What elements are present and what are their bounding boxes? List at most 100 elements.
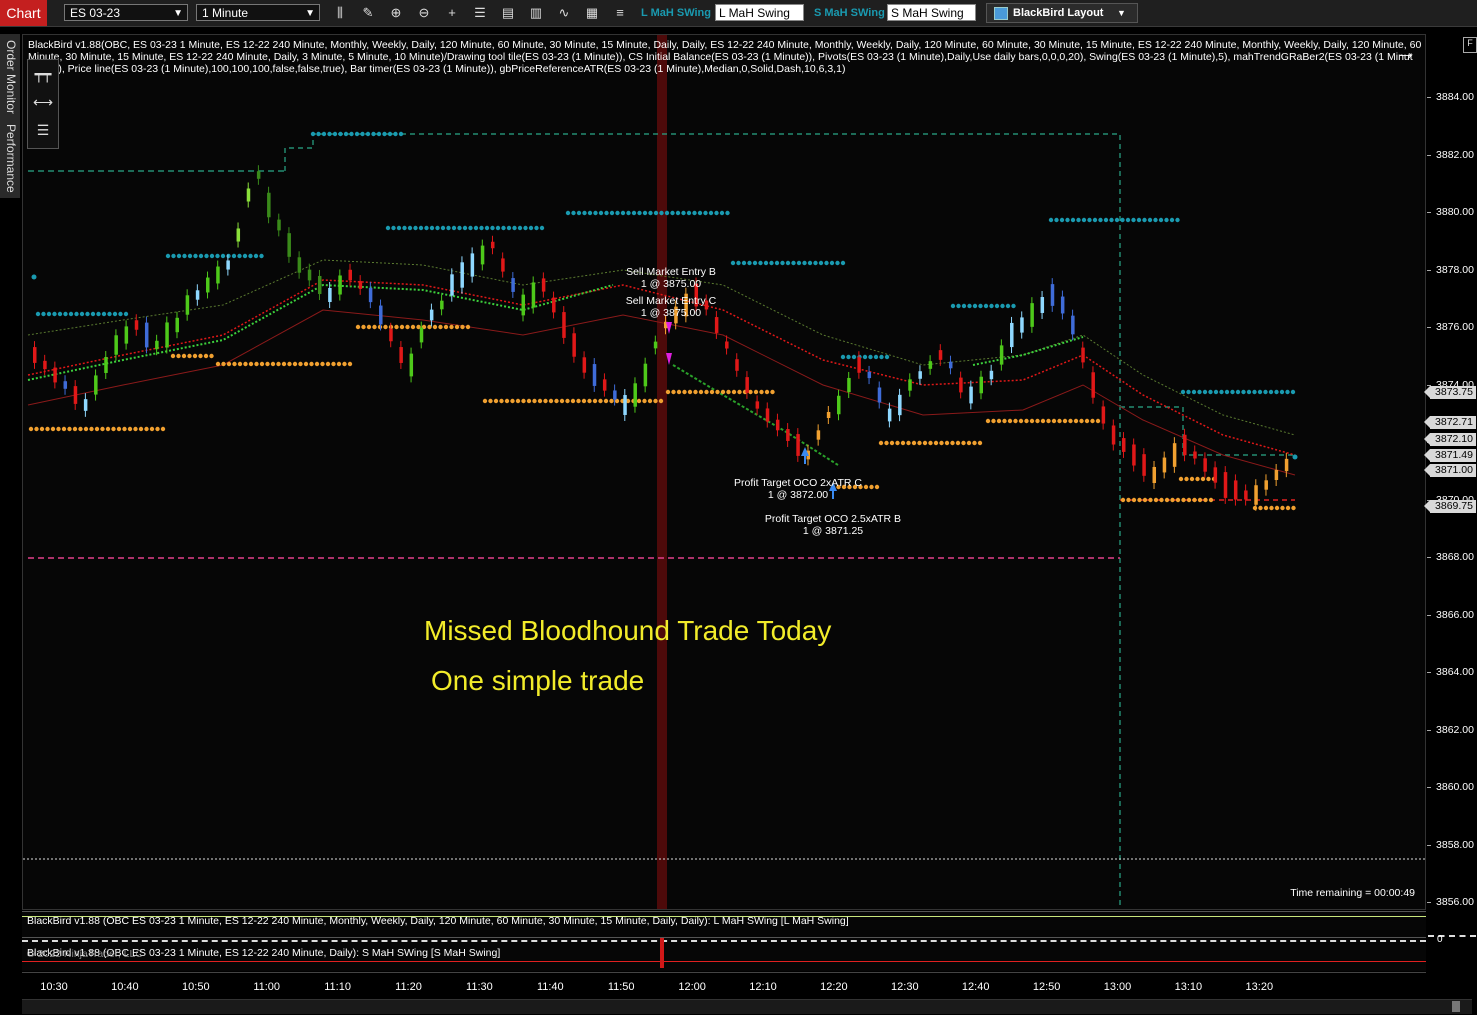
list-icon[interactable]: ≡	[611, 4, 629, 22]
indicators-icon[interactable]: ▥	[527, 4, 545, 22]
candle-body	[440, 300, 444, 310]
swing-high-dot	[79, 311, 85, 317]
data-box-icon[interactable]: ▤	[499, 4, 517, 22]
arrow-right-icon[interactable]: →	[1396, 42, 1416, 65]
annotation-entry-b: Sell Market Entry B 1 @ 3875.00	[621, 266, 721, 290]
swing-high-dot	[1059, 217, 1065, 223]
swing-low-dot	[232, 361, 237, 367]
measure-icon[interactable]: ⟷	[28, 88, 58, 116]
templates-icon[interactable]: ▦	[583, 4, 601, 22]
pencil-icon[interactable]: ✎	[359, 4, 377, 22]
swing-high-dot	[248, 253, 253, 259]
strategies-icon[interactable]: ∿	[555, 4, 573, 22]
swing-high-dot	[46, 311, 52, 317]
menu-icon[interactable]: ☰	[28, 116, 58, 144]
swing-high-dot	[576, 210, 582, 216]
swing-high-dot	[884, 354, 890, 360]
swing-high-dot	[813, 260, 818, 266]
swing-low-dot	[1195, 476, 1200, 482]
tick-mark	[1427, 154, 1431, 156]
bar-type-icon[interactable]: ⫼	[331, 4, 349, 22]
short-label: S MaH SWing	[814, 7, 885, 19]
swing-high-dot	[587, 210, 593, 216]
long-swing-field[interactable]: L MaH Swing	[715, 4, 804, 21]
candle-body	[541, 278, 546, 292]
layout-button[interactable]: BlackBird Layout ▼	[986, 3, 1138, 23]
tick-mark	[1427, 97, 1431, 98]
swing-high-dot	[468, 225, 473, 231]
price-tick: 3858.00	[1436, 838, 1474, 851]
candle-body	[1091, 372, 1095, 398]
swing-low-dot	[950, 440, 955, 446]
swing-high-dot	[52, 311, 57, 317]
candle-body	[602, 379, 607, 391]
swing-low-dot	[198, 353, 203, 359]
time-label: 12:20	[820, 981, 848, 993]
candle-body	[938, 350, 943, 360]
swing-low-dot	[884, 440, 889, 446]
candle-body	[877, 387, 882, 403]
toolbar: Chart ES 03-23 ▼ 1 Minute ▼ ⫼ ✎ ⊕ ⊖ + ☰ …	[0, 0, 1477, 27]
swing-high-dot	[451, 225, 457, 231]
swing-low-dot	[111, 426, 116, 432]
swing-low-dot	[287, 361, 292, 367]
crosshair-icon[interactable]: +	[443, 4, 461, 22]
swing-high-dot	[393, 131, 398, 137]
candle-body	[256, 171, 261, 179]
swing-high-dot	[435, 225, 440, 231]
swing-low-dot	[39, 426, 45, 432]
candle-body	[195, 290, 200, 300]
swing-high-dot	[204, 253, 209, 259]
ruler-icon[interactable]: ┯┯	[28, 60, 58, 88]
swing-high-dot	[1092, 217, 1098, 223]
swing-low-dot	[609, 398, 614, 404]
swing-high-dot	[681, 210, 686, 216]
candle-body	[592, 364, 597, 386]
swing-high-dot	[615, 210, 620, 216]
properties-icon[interactable]: ☰	[471, 4, 489, 22]
swing-high-dot	[539, 225, 545, 231]
initial-balance-line	[284, 133, 1121, 909]
swing-high-dot	[242, 253, 248, 259]
swing-high-dot	[484, 225, 490, 231]
price-marker: 3869.75	[1424, 500, 1476, 513]
swing-low-dot	[1018, 418, 1024, 424]
instrument-value: ES 03-23	[70, 6, 121, 20]
time-axis[interactable]: 10:30 10:40 10:50 11:00 11:10 11:20 11:30 11:40…	[22, 972, 1426, 999]
swing-low-dot	[366, 324, 372, 330]
tab-order-monitor[interactable]: Order Monitor	[2, 38, 18, 116]
swing-high-dot	[774, 260, 780, 266]
short-swing-field[interactable]: S MaH Swing	[887, 4, 976, 21]
chart-canvas	[23, 35, 1425, 909]
chart-tab[interactable]: Chart	[0, 0, 47, 26]
instrument-select[interactable]: ES 03-23 ▼	[64, 4, 188, 21]
zoom-out-icon[interactable]: ⊖	[415, 4, 433, 22]
interval-value: 1 Minute	[202, 6, 249, 20]
interval-select[interactable]: 1 Minute ▼	[196, 4, 320, 21]
swing-low-dot	[933, 440, 939, 446]
swing-high-dot	[182, 253, 187, 259]
swing-low-dot	[377, 324, 383, 330]
swing-high-dot	[171, 253, 176, 259]
horizontal-scrollbar[interactable]	[22, 999, 1472, 1014]
swing-high-dot	[418, 225, 424, 231]
swing-low-dot	[737, 389, 742, 395]
price-chart[interactable]: BlackBird v1.88(OBC, ES 03-23 1 Minute, …	[22, 34, 1426, 910]
price-tick: 3882.00	[1436, 148, 1474, 161]
candle-body	[328, 287, 332, 303]
tab-performance[interactable]: Performance	[2, 120, 18, 196]
zoom-in-icon[interactable]: ⊕	[387, 4, 405, 22]
candle-body	[338, 275, 342, 295]
scrollbar-thumb[interactable]	[1452, 1001, 1460, 1012]
scale-toggle-icon[interactable]: F	[1463, 37, 1477, 53]
time-label: 11:30	[466, 981, 493, 993]
candle-body	[307, 269, 312, 281]
candle-body	[1142, 454, 1146, 476]
swing-low-dot	[1051, 418, 1057, 424]
swing-low-dot	[1197, 497, 1203, 503]
candle-body	[1203, 458, 1207, 472]
swing-low-dot	[570, 398, 576, 404]
swing-high-dot	[371, 131, 376, 137]
price-axis[interactable]: F 3884.00 3882.00 3880.00 3878.00 3876.00 387…	[1424, 34, 1477, 910]
price-tick: 3866.00	[1436, 608, 1474, 621]
